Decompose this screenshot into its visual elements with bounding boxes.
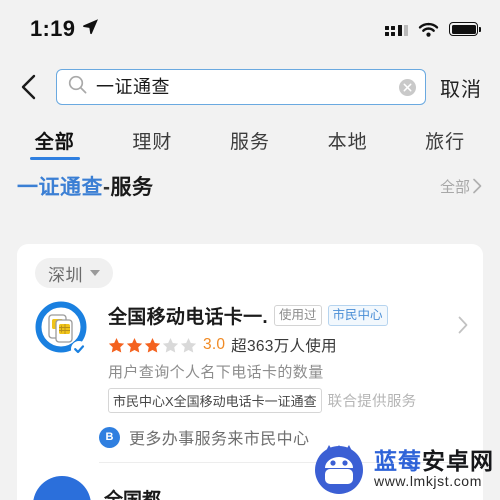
partner-tag: 市民中心X全国移动电话卡一证通查 [108,388,322,413]
section-category: 服务 [110,176,154,199]
watermark-text: 蓝莓安卓网 www.lmkjst.com [374,450,494,489]
section-more-label: 全部 [439,178,470,196]
tab-finance[interactable]: 理财 [104,116,202,164]
badge-used-before: 使用过 [274,305,322,326]
section-keyword: 一证通查 [17,176,103,199]
blue-circle-app-icon [33,476,91,500]
city-filter-row: 深圳 [17,244,483,288]
tab-services[interactable]: 服务 [201,116,299,164]
tab-all[interactable]: 全部 [6,116,104,164]
tab-services-label: 服务 [229,131,270,153]
clear-circle-icon[interactable] [399,78,416,96]
section-title: 一证通查-服务 [17,171,154,201]
search-icon [68,75,87,99]
tab-all-label: 全部 [34,131,75,153]
rating-row: 3.0 超363万人使用 [108,334,469,356]
section-header: 一证通查-服务 全部 [0,164,500,208]
list-item[interactable]: 全国移动电话卡一... 使用过 市民中心 3.0 超363万人使用 用户查询个人… [17,288,483,413]
list-item-title: 全国都... [104,476,177,500]
chevron-right-icon[interactable] [457,316,469,339]
rating-score: 3.0 [203,336,226,353]
status-bar-clock: 1:19 [30,16,76,41]
watermark-url: www.lmkjst.com [374,473,482,489]
list-item-title: 全国移动电话卡一... [108,307,268,328]
status-bar-left: 1:19 [30,16,99,42]
wifi-icon [418,22,439,37]
list-item-description: 用户查询个人名下电话卡的数量 [108,364,324,381]
star-rating [108,337,197,354]
search-input-value[interactable]: 一证通查 [96,78,390,96]
tab-travel-label: 旅行 [425,131,466,153]
location-arrow-icon [82,18,99,40]
watermark: 蓝莓安卓网 www.lmkjst.com [312,442,494,496]
city-filter-chip[interactable]: 深圳 [35,258,113,288]
star-empty-icon [180,337,197,353]
app-screen: 1:19 一证通查 取消 全部 理财 服务 本地 旅行 一证通查-服务 全部 深… [0,0,500,500]
watermark-name-part1: 蓝莓 [374,448,422,474]
star-filled-icon [108,337,125,353]
sim-card-search-app-icon [33,300,95,362]
tab-local[interactable]: 本地 [299,116,397,164]
star-empty-icon [162,337,179,353]
section-separator: - [103,176,111,199]
city-filter-label: 深圳 [48,265,83,285]
status-bar: 1:19 [0,0,500,58]
watermark-name-part2: 安卓网 [422,448,494,474]
status-bar-right [384,22,481,37]
android-robot-icon [312,442,366,496]
tab-travel[interactable]: 旅行 [396,116,494,164]
tab-local-label: 本地 [327,131,368,153]
partner-row: 市民中心X全国移动电话卡一证通查 联合提供服务 [108,388,469,413]
service-hall-icon-letter: B [105,431,114,443]
caret-down-icon [90,270,100,276]
back-button[interactable] [10,68,48,106]
cellular-signal-icon [384,22,408,36]
category-tabs: 全部 理财 服务 本地 旅行 [0,116,500,164]
partner-text: 联合提供服务 [327,394,417,410]
star-filled-icon [144,337,161,353]
list-item-body: 全国移动电话卡一... 使用过 市民中心 3.0 超363万人使用 用户查询个人… [108,300,469,413]
usage-count: 超363万人使用 [231,338,337,355]
search-input[interactable]: 一证通查 [56,69,426,105]
watermark-name: 蓝莓安卓网 [374,450,494,473]
tab-finance-label: 理财 [132,131,173,153]
promo-text: 更多办事服务来市民中心 [129,431,310,448]
service-hall-icon: B [99,426,120,448]
chevron-right-icon [473,178,482,194]
cancel-button[interactable]: 取消 [434,73,486,102]
list-item-title-row: 全国移动电话卡一... 使用过 市民中心 [108,302,469,329]
star-filled-icon [126,337,143,353]
search-bar: 一证通查 取消 [0,58,500,116]
section-more-link[interactable]: 全部 [440,176,483,197]
badge-citizen-center: 市民中心 [327,305,388,326]
battery-full-icon [449,22,481,36]
tab-active-underline [29,156,80,160]
